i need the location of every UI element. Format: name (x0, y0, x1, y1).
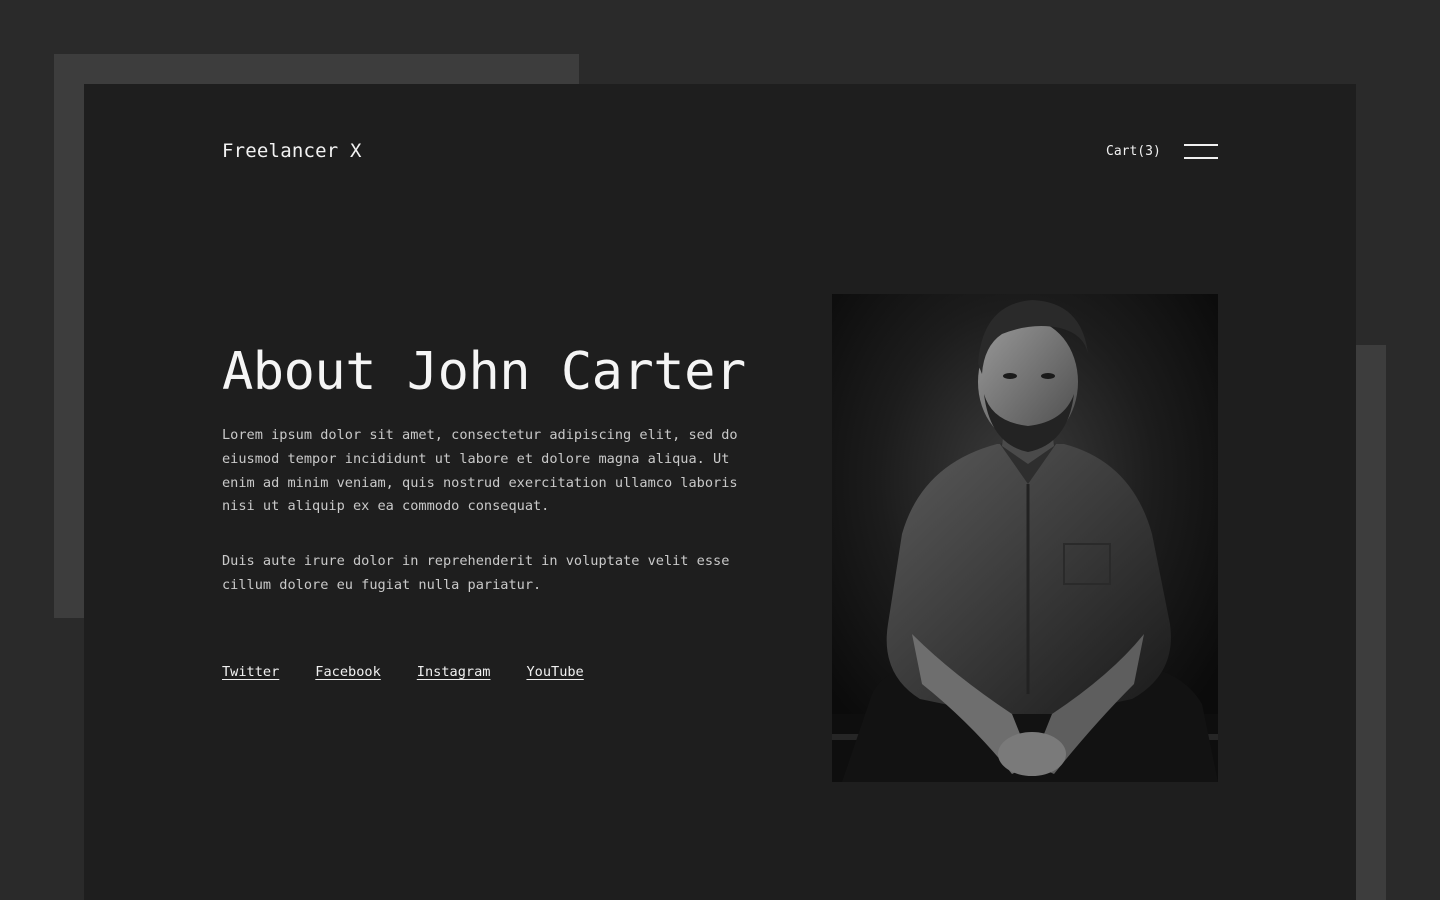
menu-line-bottom (1184, 157, 1218, 159)
portrait-illustration (832, 294, 1218, 782)
brand-logo[interactable]: Freelancer X (222, 140, 362, 162)
secondary-paragraph: Duis aute irure dolor in reprehenderit i… (222, 553, 730, 593)
youtube-link[interactable]: YouTube (526, 664, 583, 680)
intro-paragraph: Lorem ipsum dolor sit amet, consectetur … (222, 427, 738, 515)
menu-line-top (1184, 144, 1218, 146)
hamburger-menu-icon[interactable] (1184, 142, 1218, 162)
cart-link[interactable]: Cart(3) (1106, 144, 1161, 159)
decorative-panel-right (1356, 345, 1386, 900)
main-card: Freelancer X Cart(3) About John Carter L… (84, 84, 1356, 900)
twitter-link[interactable]: Twitter (222, 664, 279, 680)
portrait-photo (832, 294, 1218, 782)
page-title: About John Carter (222, 342, 746, 402)
facebook-link[interactable]: Facebook (315, 664, 380, 680)
social-links: Twitter Facebook Instagram YouTube (222, 664, 584, 680)
instagram-link[interactable]: Instagram (417, 664, 491, 680)
